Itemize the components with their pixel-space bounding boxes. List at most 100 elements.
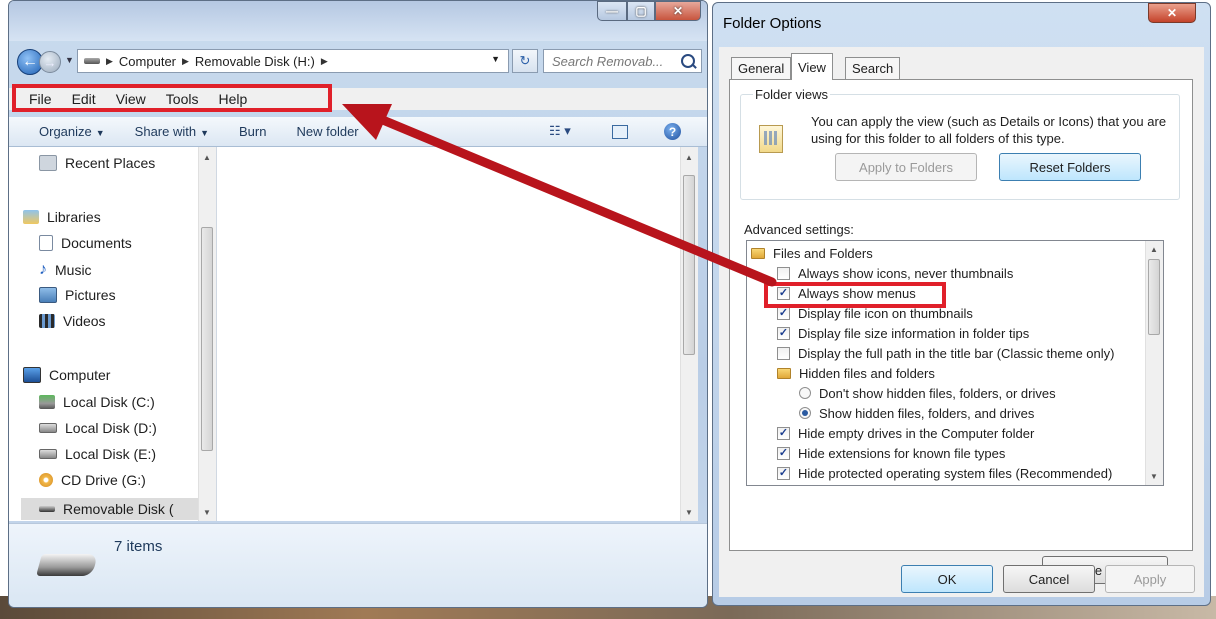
cd-icon [39, 473, 53, 487]
help-icon[interactable]: ? [664, 123, 681, 140]
breadcrumb-removable-disk[interactable]: Removable Disk (H:) [195, 54, 315, 69]
dialog-body: General View Search Folder views You can… [719, 47, 1204, 597]
setting-dont-show-hidden[interactable]: Don't show hidden files, folders, or dri… [799, 383, 1056, 403]
organize-button[interactable]: Organize ▼ [39, 124, 105, 139]
search-icon[interactable] [681, 54, 695, 68]
setting-label: Don't show hidden files, folders, or dri… [819, 385, 1056, 401]
search-input[interactable]: Search Removab... [543, 49, 702, 73]
nav-local-disk-c[interactable]: Local Disk (C:) [39, 394, 155, 410]
advanced-settings-label: Advanced settings: [744, 222, 854, 237]
settings-scrollbar[interactable]: ▲ ▼ [1145, 241, 1163, 485]
apply-to-folders-button[interactable]: Apply to Folders [835, 153, 977, 181]
nav-libraries[interactable]: Libraries [23, 209, 101, 225]
apply-button[interactable]: Apply [1105, 565, 1195, 593]
nav-label: CD Drive (G:) [61, 472, 146, 488]
advanced-settings-list[interactable]: Files and Folders Always show icons, nev… [746, 240, 1164, 486]
setting-always-icons[interactable]: Always show icons, never thumbnails [777, 263, 1013, 283]
tab-search[interactable]: Search [845, 57, 901, 79]
drive-icon [39, 423, 57, 433]
history-dropdown-icon[interactable]: ▼ [65, 55, 74, 65]
folder-views-description: You can apply the view (such as Details … [811, 114, 1167, 146]
nav-label: Pictures [65, 287, 116, 303]
details-pane: 7 items [9, 523, 707, 607]
nav-label: Local Disk (D:) [65, 420, 157, 436]
nav-documents[interactable]: Documents [39, 235, 132, 251]
cancel-button[interactable]: Cancel [1003, 565, 1095, 593]
scroll-thumb[interactable] [1148, 259, 1160, 335]
checkbox-checked[interactable]: ✓ [777, 446, 790, 460]
dialog-close-button[interactable]: ✕ [1148, 3, 1196, 23]
scroll-up-icon[interactable]: ▲ [685, 153, 693, 162]
nav-local-disk-e[interactable]: Local Disk (E:) [39, 446, 156, 462]
scroll-down-icon[interactable]: ▼ [1150, 472, 1158, 481]
checkbox-checked[interactable]: ✓ [777, 466, 790, 480]
setting-hide-empty-drives[interactable]: ✓ Hide empty drives in the Computer fold… [777, 423, 1034, 443]
burn-button[interactable]: Burn [239, 124, 266, 139]
item-count: 7 items [114, 538, 163, 555]
nav-scrollbar[interactable]: ▲ ▼ [198, 147, 216, 521]
nav-local-disk-d[interactable]: Local Disk (D:) [39, 420, 157, 436]
setting-label: Hide empty drives in the Computer folder [798, 425, 1035, 441]
forward-button[interactable]: → [39, 51, 61, 73]
folder-view-icon [759, 125, 783, 153]
breadcrumb-computer[interactable]: Computer [119, 54, 176, 69]
tab-view[interactable]: View [791, 53, 833, 80]
refresh-button[interactable]: ↻ [512, 49, 538, 73]
address-bar[interactable]: ▶ Computer ▶ Removable Disk (H:) ▶ ▼ [77, 49, 509, 73]
content-scrollbar[interactable]: ▲ ▼ [680, 147, 698, 521]
scroll-up-icon[interactable]: ▲ [1150, 245, 1158, 254]
scroll-thumb[interactable] [201, 227, 213, 451]
drive-icon [39, 449, 57, 459]
checkbox-checked[interactable]: ✓ [777, 326, 790, 340]
libraries-icon [23, 210, 39, 224]
checkbox-checked[interactable]: ✓ [777, 426, 790, 440]
scroll-down-icon[interactable]: ▼ [203, 508, 211, 517]
chevron-right-icon: ▶ [182, 55, 189, 66]
radio-selected[interactable] [799, 407, 811, 419]
nav-pictures[interactable]: Pictures [39, 287, 116, 303]
new-folder-button[interactable]: New folder [296, 124, 358, 139]
dialog-title: Folder Options [723, 15, 822, 32]
setting-label: Display file size information in folder … [798, 325, 1030, 341]
nav-label: Removable Disk ( [63, 501, 174, 517]
checkbox-unchecked[interactable] [777, 266, 790, 280]
address-dropdown-icon[interactable]: ▼ [491, 54, 500, 64]
nav-removable-disk[interactable]: Removable Disk ( [21, 498, 199, 520]
radio-unselected[interactable] [799, 387, 811, 399]
setting-full-path[interactable]: Display the full path in the title bar (… [777, 343, 1114, 363]
command-bar: Organize ▼ Share with ▼ Burn New folder ☷ … [9, 117, 707, 147]
nav-recent-places[interactable]: Recent Places [39, 155, 155, 171]
nav-videos[interactable]: Videos [39, 313, 106, 329]
nav-label: Computer [49, 367, 111, 383]
maximize-button[interactable]: ▢ [627, 1, 655, 21]
setting-label: Hide protected operating system files (R… [798, 465, 1113, 481]
minimize-button[interactable]: — [597, 1, 627, 21]
setting-file-size-tips[interactable]: ✓ Display file size information in folde… [777, 323, 1029, 343]
setting-hidden-files: Hidden files and folders [777, 363, 935, 383]
scroll-down-icon[interactable]: ▼ [685, 508, 693, 517]
nav-computer[interactable]: Computer [23, 367, 110, 383]
nav-music[interactable]: ♪ Music [39, 261, 92, 279]
setting-label: Display the full path in the title bar (… [798, 345, 1115, 361]
view-tab-panel: Folder views You can apply the view (suc… [729, 79, 1193, 584]
preview-pane-icon[interactable] [612, 125, 628, 139]
checkbox-checked[interactable]: ✓ [777, 306, 790, 320]
share-with-button[interactable]: Share with ▼ [135, 124, 209, 139]
scroll-up-icon[interactable]: ▲ [203, 153, 211, 162]
nav-cd-drive[interactable]: CD Drive (G:) [39, 472, 146, 488]
videos-icon [39, 314, 55, 328]
scroll-thumb[interactable] [683, 175, 695, 355]
reset-folders-button[interactable]: Reset Folders [999, 153, 1141, 181]
ok-button[interactable]: OK [901, 565, 993, 593]
nav-label: Libraries [47, 209, 101, 225]
change-view-icon[interactable]: ☷ ▾ [549, 123, 571, 139]
checkbox-unchecked[interactable] [777, 346, 790, 360]
share-with-label: Share with [134, 124, 197, 139]
window-controls: — ▢ ✕ [597, 1, 701, 21]
tab-general[interactable]: General [731, 57, 792, 79]
setting-hide-protected[interactable]: ✓ Hide protected operating system files … [777, 463, 1112, 483]
setting-hide-extensions[interactable]: ✓ Hide extensions for known file types [777, 443, 1005, 463]
close-button[interactable]: ✕ [655, 1, 701, 21]
setting-show-hidden[interactable]: Show hidden files, folders, and drives [799, 403, 1034, 423]
file-list-area[interactable] [217, 147, 689, 521]
